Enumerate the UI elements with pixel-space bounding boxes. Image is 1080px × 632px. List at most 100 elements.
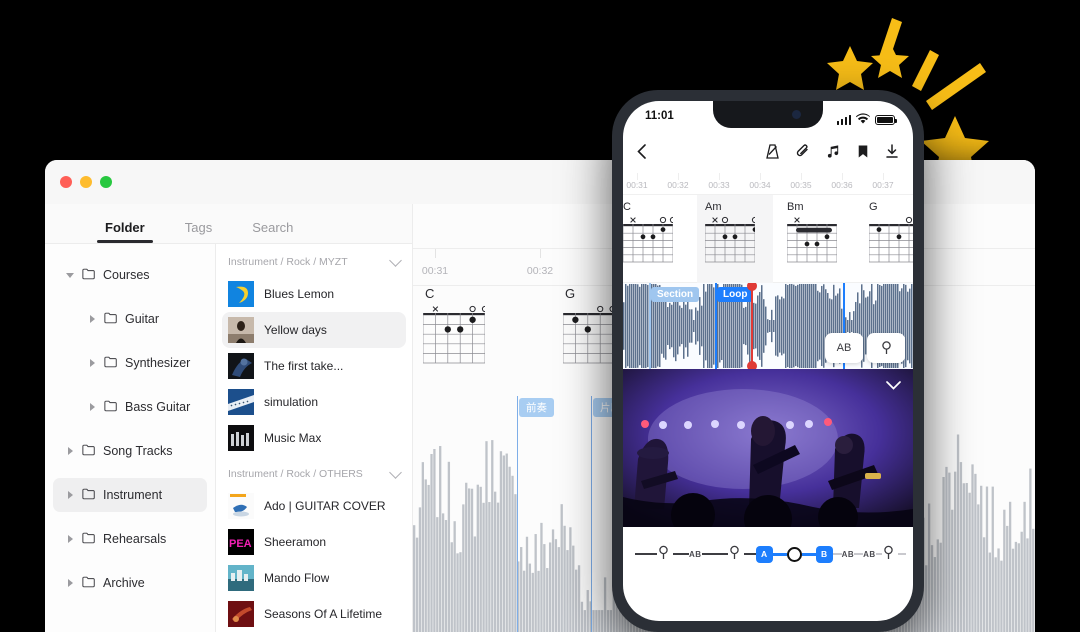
chevron-right-icon[interactable] <box>89 315 97 323</box>
tree-item-guitar[interactable]: Guitar <box>53 302 207 336</box>
tab-tags[interactable]: Tags <box>185 220 212 243</box>
list-item[interactable]: Ado | GUITAR COVER <box>222 488 406 524</box>
file-group-header[interactable]: Instrument / Rock / OTHERS <box>216 456 412 488</box>
metronome-icon[interactable] <box>765 144 780 164</box>
tree-item-label: Guitar <box>125 312 160 326</box>
loop-handle[interactable] <box>786 546 802 562</box>
screenshot-stage: 00:4100:4200:43 Em FolderTagsSearch Cour… <box>0 0 1080 632</box>
ab-loop-track[interactable]: AB A B AB AB <box>635 542 906 566</box>
chord-diagram[interactable]: Am <box>697 195 773 283</box>
chevron-down-icon[interactable] <box>389 466 402 479</box>
chord-diagram[interactable]: C <box>422 286 523 374</box>
chord-grid: 2 <box>786 216 855 273</box>
tree-item-courses[interactable]: Courses <box>53 258 207 292</box>
tab-folder[interactable]: Folder <box>97 220 153 243</box>
playhead[interactable] <box>747 283 757 369</box>
pin-marker-button[interactable] <box>867 333 905 363</box>
chevron-down-icon[interactable] <box>66 271 75 279</box>
pin-marker[interactable] <box>728 545 744 563</box>
chord-diagram[interactable]: Bm 2 <box>779 195 855 283</box>
ruler-tick <box>637 173 638 180</box>
phone-waveform[interactable]: Section Loop AB <box>623 283 913 369</box>
phone-bottom-bar[interactable]: AB A B AB AB <box>623 527 913 581</box>
paperclip-icon[interactable] <box>796 144 810 164</box>
ruler-tick <box>719 173 720 180</box>
chord-diagram[interactable]: C <box>623 195 691 283</box>
ruler-time-label: 00:32 <box>667 180 689 190</box>
chevron-down-icon[interactable] <box>886 377 901 395</box>
list-item[interactable]: simulation <box>222 384 406 420</box>
video-preview[interactable] <box>623 369 913 527</box>
ruler-time-label: 00:37 <box>872 180 894 190</box>
list-item[interactable]: Seasons Of A Lifetime <box>222 596 406 632</box>
loop-range-bar[interactable] <box>772 552 787 556</box>
pin-marker[interactable] <box>657 545 673 563</box>
loop-range-bar[interactable] <box>801 552 816 556</box>
list-item[interactable]: The first take... <box>222 348 406 384</box>
window-traffic-lights[interactable] <box>60 176 112 188</box>
phone-ruler[interactable]: 00:31 00:32 00:33 00:34 00:35 00:36 00:37 <box>623 173 913 195</box>
track-name: simulation <box>264 395 319 409</box>
track-thumbnail <box>228 353 254 379</box>
ab-loop-button[interactable]: AB <box>825 333 863 363</box>
minimize-button[interactable] <box>80 176 92 188</box>
folder-tree-column: Folder Tags Search Courses Guitar Synthesize… <box>45 204 410 632</box>
ab-tag[interactable]: AB <box>842 550 855 559</box>
chord-grid <box>623 216 691 273</box>
track-thumbnail <box>228 317 254 343</box>
section-marker[interactable] <box>591 396 592 632</box>
ab-tag[interactable]: AB <box>689 550 702 559</box>
tree-item-label: Song Tracks <box>103 444 173 458</box>
track-name: Mando Flow <box>264 571 330 585</box>
file-list: Instrument / Rock / MYZT Blues Lemon Yello… <box>215 204 413 632</box>
list-item[interactable]: Blues Lemon <box>222 276 406 312</box>
track-thumbnail <box>228 281 254 307</box>
bookmark-icon[interactable] <box>857 144 869 164</box>
loop-marker-a[interactable]: A <box>755 545 773 563</box>
ab-tag[interactable]: AB <box>863 550 876 559</box>
track-thumbnail <box>228 425 254 451</box>
back-chevron-icon[interactable] <box>637 144 646 164</box>
pin-marker[interactable] <box>882 545 898 563</box>
section-marker[interactable] <box>517 396 518 632</box>
track-name: Seasons Of A Lifetime <box>264 607 383 621</box>
section-label[interactable]: 前奏 <box>519 398 554 417</box>
download-icon[interactable] <box>885 144 899 164</box>
chevron-right-icon[interactable] <box>67 579 75 587</box>
tree-item-rehearsals[interactable]: Rehearsals <box>53 522 207 556</box>
wifi-icon <box>856 111 870 129</box>
track-name: Sheeramon <box>264 535 327 549</box>
file-group-header[interactable]: Instrument / Rock / MYZT <box>216 244 412 276</box>
chevron-right-icon[interactable] <box>67 491 75 499</box>
phone-chord-track[interactable]: C Am Bm 2 G <box>623 195 913 283</box>
folder-icon <box>82 576 96 591</box>
track-line <box>832 553 842 555</box>
tab-search[interactable]: Search <box>252 220 293 243</box>
tree-item-bass-guitar[interactable]: Bass Guitar <box>53 390 207 424</box>
tree-item-synthesizer[interactable]: Synthesizer <box>53 346 207 380</box>
chord-name: Bm <box>787 201 804 213</box>
chord-grid <box>422 305 523 374</box>
ruler-time-label: 00:35 <box>790 180 812 190</box>
maximize-button[interactable] <box>100 176 112 188</box>
ruler-tick <box>842 173 843 180</box>
list-item[interactable]: Mando Flow <box>222 560 406 596</box>
close-button[interactable] <box>60 176 72 188</box>
chevron-down-icon[interactable] <box>389 254 402 267</box>
chord-name: G <box>869 201 878 213</box>
list-item[interactable]: Music Max <box>222 420 406 456</box>
tree-item-instrument[interactable]: Instrument <box>53 478 207 512</box>
chevron-right-icon[interactable] <box>89 403 97 411</box>
chevron-right-icon[interactable] <box>89 359 97 367</box>
loop-marker-b[interactable]: B <box>815 545 833 563</box>
tree-item-archive[interactable]: Archive <box>53 566 207 600</box>
chevron-right-icon[interactable] <box>67 535 75 543</box>
list-item[interactable]: PEA Sheeramon <box>222 524 406 560</box>
track-name: Music Max <box>264 431 322 445</box>
wave-region-label[interactable]: Section <box>651 287 700 302</box>
chord-diagram[interactable]: G <box>861 195 913 283</box>
chevron-right-icon[interactable] <box>67 447 75 455</box>
list-item[interactable]: Yellow days <box>222 312 406 348</box>
music-note-icon[interactable] <box>826 144 841 164</box>
tree-item-song-tracks[interactable]: Song Tracks <box>53 434 207 468</box>
